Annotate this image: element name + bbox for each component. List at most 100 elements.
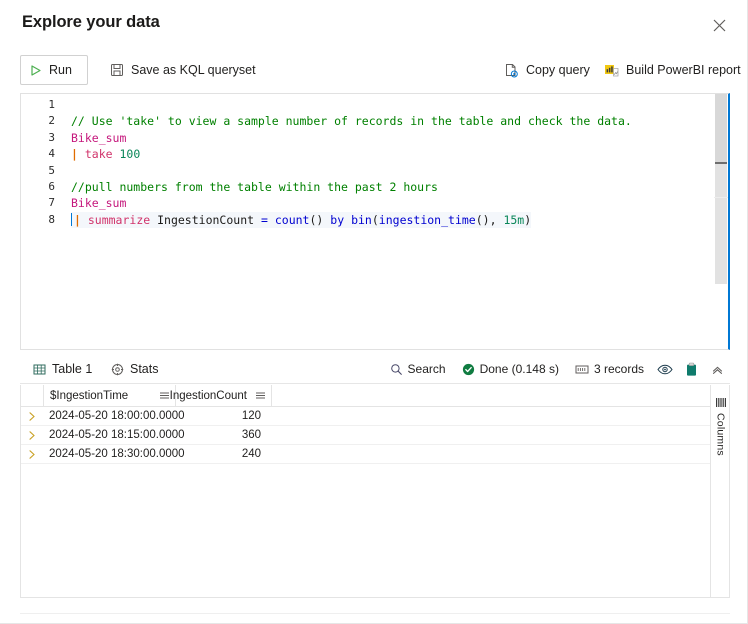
tab-stats[interactable]: Stats (108, 355, 162, 383)
search-label: Search (407, 362, 446, 376)
toggle-visibility-button[interactable] (652, 356, 678, 382)
code-line[interactable]: 2 // Use 'take' to view a sample number o… (21, 113, 716, 129)
line-number: 3 (48, 130, 55, 144)
code-token: Bike_sum (71, 130, 127, 145)
run-button-label: Run (49, 63, 72, 77)
code-token: = (260, 212, 268, 227)
column-header-ingestiontime[interactable]: $IngestionTime (43, 385, 175, 407)
table-row[interactable]: 2024-05-20 18:00:00.0000 120 (21, 407, 729, 426)
code-token: Bike_sum (71, 196, 127, 211)
record-count-label: 3 records (593, 362, 644, 376)
save-disk-icon (110, 63, 124, 77)
code-token: 15m (503, 212, 525, 227)
columns-side-panel-label: Columns (714, 413, 727, 456)
code-token: by (330, 212, 345, 227)
table-row[interactable]: 2024-05-20 18:15:00.0000 360 (21, 426, 729, 445)
eye-visible-icon (657, 363, 673, 376)
code-line[interactable]: 7 Bike_sum (21, 195, 716, 211)
code-token: // Use 'take' to view a sample number of… (71, 114, 632, 129)
results-status-group: Search Done (0.148 s) 3 records (382, 355, 730, 383)
code-token: () (475, 212, 490, 227)
copy-query-label: Copy query (526, 63, 590, 77)
results-grid: $IngestionTime IngestionCount 2024-05-20… (20, 385, 730, 598)
chevron-right-icon[interactable] (21, 449, 43, 460)
code-line[interactable]: 1 (21, 97, 716, 113)
code-token: bin (351, 212, 372, 227)
line-number: 5 (48, 163, 55, 177)
code-token: () (309, 212, 324, 227)
grid-header-row: $IngestionTime IngestionCount (21, 385, 729, 407)
code-token: take (84, 147, 113, 162)
stats-target-icon (111, 363, 124, 376)
close-button[interactable] (704, 10, 734, 40)
clipboard-button[interactable] (678, 356, 704, 382)
dialog-bottom-divider (20, 613, 730, 614)
chevron-right-icon[interactable] (21, 430, 43, 441)
query-status-label: Done (0.148 s) (479, 362, 559, 376)
tab-table-1-label: Table 1 (52, 362, 93, 376)
line-number: 1 (48, 98, 55, 111)
cell-ingestioncount: 120 (241, 410, 261, 422)
search-button[interactable]: Search (382, 356, 454, 382)
collapse-results-button[interactable] (704, 356, 730, 382)
editor-scrollbar-track-upper[interactable] (715, 164, 727, 284)
results-toolbar: Table 1 Stats Search Done (0.148 s) 3 re… (20, 355, 730, 388)
code-token: IngestionCount (157, 212, 255, 227)
column-header-ingestioncount-label: IngestionCount (169, 389, 247, 402)
code-line[interactable]: 3 Bike_sum (21, 130, 716, 146)
run-button[interactable]: Run (20, 55, 88, 85)
code-line-text: // Use 'take' to view a sample number of… (71, 113, 632, 129)
code-area[interactable]: 1 2 // Use 'take' to view a sample number … (21, 97, 716, 229)
columns-side-panel[interactable]: Columns (710, 385, 729, 597)
save-as-kql-queryset-label: Save as KQL queryset (131, 63, 256, 77)
code-line[interactable]: 6 //pull numbers from the table within th… (21, 179, 716, 195)
tab-stats-label: Stats (130, 362, 159, 376)
code-line[interactable]: 5 (21, 163, 716, 179)
column-menu-icon[interactable] (253, 389, 267, 403)
column-header-ingestioncount[interactable]: IngestionCount (170, 385, 271, 407)
close-icon (713, 19, 726, 32)
tab-table-1[interactable]: Table 1 (30, 355, 96, 388)
line-number: 6 (48, 179, 55, 193)
code-token: count (274, 212, 310, 227)
query-status: Done (0.148 s) (454, 356, 567, 382)
cell-ingestioncount: 240 (241, 448, 261, 460)
check-circle-icon (462, 363, 475, 376)
kql-query-editor[interactable]: 1 2 // Use 'take' to view a sample number … (20, 93, 730, 350)
editor-scrollbar-thumb[interactable] (715, 94, 727, 162)
chevron-right-icon[interactable] (21, 411, 43, 422)
record-count: 3 records (567, 356, 652, 382)
chevron-up-icon (711, 363, 724, 376)
code-token: ingestion_time (378, 212, 476, 227)
copy-query-button[interactable]: Copy query (498, 55, 596, 85)
cell-ingestiontime: 2024-05-20 18:15:00.0000 (49, 429, 185, 441)
code-line[interactable]: 8 | summarize IngestionCount = count() by… (21, 211, 716, 229)
code-token: | (71, 147, 85, 162)
query-toolbar: Run Save as KQL queryset Copy query Buil… (0, 55, 747, 89)
column-header-ingestiontime-label: $IngestionTime (50, 389, 129, 402)
powerbi-report-icon (604, 63, 619, 78)
copy-query-icon (504, 63, 519, 78)
clipboard-icon (685, 362, 698, 377)
code-token: ) (524, 212, 532, 227)
cell-ingestiontime: 2024-05-20 18:00:00.0000 (49, 410, 185, 422)
cell-ingestiontime: 2024-05-20 18:30:00.0000 (49, 448, 185, 460)
code-line-text: //pull numbers from the table within the… (71, 179, 438, 195)
search-icon (390, 363, 403, 376)
build-powerbi-report-button[interactable]: Build PowerBI report (598, 55, 747, 85)
code-line[interactable]: 4 | take 100 (21, 146, 716, 162)
table-row[interactable]: 2024-05-20 18:30:00.0000 240 (21, 445, 729, 464)
editor-scrollbar[interactable] (714, 94, 728, 349)
build-powerbi-report-label: Build PowerBI report (626, 63, 741, 77)
grid-body: 2024-05-20 18:00:00.0000 120 2024-05-20 18… (21, 407, 729, 464)
code-token: //pull numbers from the table within the… (71, 179, 438, 194)
results-toolbar-divider (20, 383, 730, 384)
line-number: 8 (48, 212, 55, 226)
save-as-kql-queryset-button[interactable]: Save as KQL queryset (104, 55, 262, 85)
code-token: summarize (87, 212, 151, 227)
cell-ingestioncount: 360 (241, 429, 261, 441)
code-line-text: Bike_sum (71, 195, 126, 211)
columns-icon (715, 397, 727, 408)
